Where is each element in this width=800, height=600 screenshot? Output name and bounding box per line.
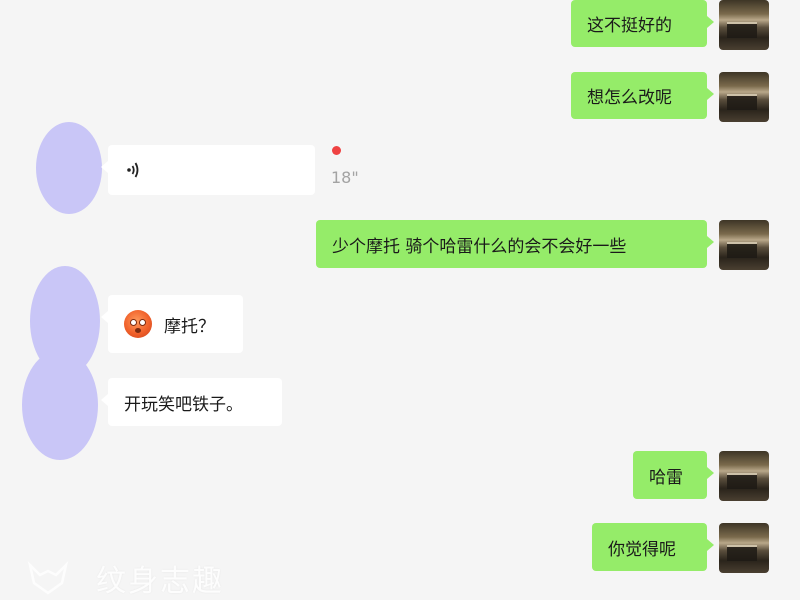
voice-duration: 18" [331,168,359,187]
my-avatar[interactable] [719,0,769,50]
my-avatar[interactable] [719,72,769,122]
contact-avatar-blurred[interactable] [36,122,102,214]
message-text: 摩托？ [164,316,215,337]
my-avatar[interactable] [719,220,769,270]
my-avatar[interactable] [719,451,769,501]
voice-message-bubble[interactable] [101,145,315,195]
unread-dot [332,146,341,155]
contact-avatar-blurred[interactable] [22,350,98,460]
message-text: 少个摩托 骑个哈雷什么的会不会好一些 [332,236,627,257]
wolf-logo-icon [27,561,69,595]
message-text: 哈雷 [649,467,683,488]
other-message-bubble[interactable]: 摩托？ [101,295,243,353]
my-message-bubble[interactable]: 你觉得呢 [592,523,714,571]
message-text: 这不挺好的 [587,16,672,36]
watermark-text: 纹身志趣 [96,564,224,599]
blushing-face-emoji [124,310,152,338]
message-text: 开玩笑吧铁子。 [124,394,243,415]
voice-wave-icon [124,159,144,181]
watermark: 纹身志趣 [26,556,224,600]
other-message-bubble[interactable]: 开玩笑吧铁子。 [101,378,282,426]
my-message-bubble[interactable]: 想怎么改呢 [571,72,714,119]
my-message-bubble[interactable]: 这不挺好的 [571,0,714,47]
message-text: 你觉得呢 [608,539,676,560]
message-text: 想怎么改呢 [587,88,672,108]
my-message-bubble[interactable]: 哈雷 [633,451,714,499]
my-message-bubble[interactable]: 少个摩托 骑个哈雷什么的会不会好一些 [316,220,714,268]
my-avatar[interactable] [719,523,769,573]
